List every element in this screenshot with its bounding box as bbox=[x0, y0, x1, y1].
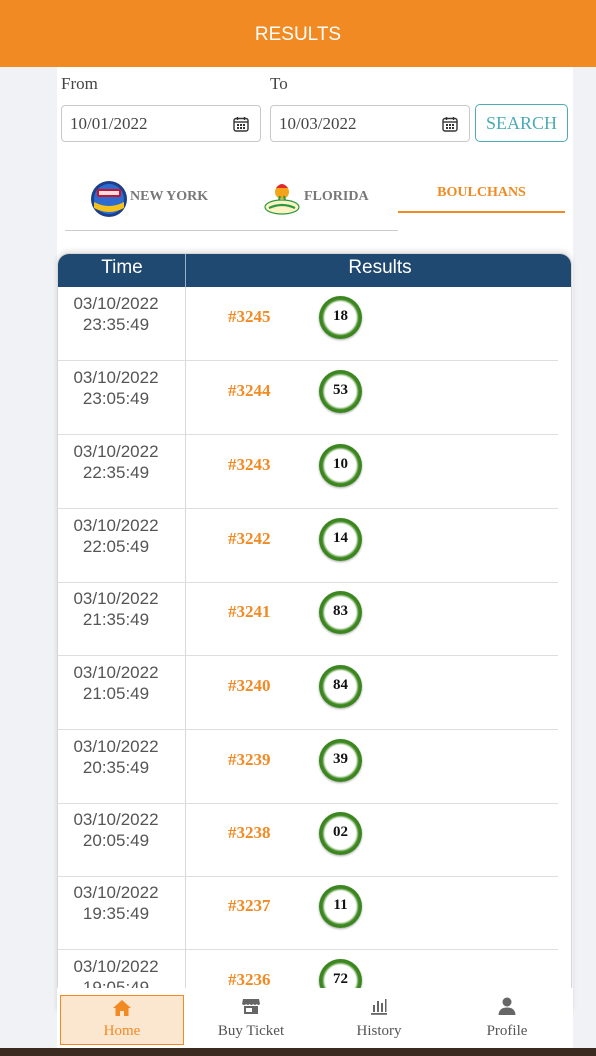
user-icon bbox=[498, 997, 516, 1015]
calendar-icon[interactable] bbox=[442, 116, 458, 132]
ball-number: 18 bbox=[333, 308, 348, 324]
tab-florida-label: FLORIDA bbox=[304, 189, 369, 204]
result-ball: 11 bbox=[319, 885, 362, 928]
home-icon bbox=[113, 1000, 131, 1016]
tab-boulchans[interactable]: BOULCHANS bbox=[398, 178, 565, 213]
table-row: 03/10/2022 21:05:49 #3240 84 bbox=[58, 656, 558, 730]
result-ball: 18 bbox=[319, 296, 362, 339]
nav-home[interactable]: Home bbox=[60, 995, 184, 1045]
page-title: RESULTS bbox=[254, 24, 342, 45]
table-row: 03/10/2022 22:05:49 #3242 14 bbox=[58, 509, 558, 583]
row-time: 22:35:49 bbox=[82, 463, 150, 482]
table-row: 03/10/2022 22:35:49 #3243 10 bbox=[58, 435, 558, 509]
nav-buy-ticket[interactable]: Buy Ticket bbox=[187, 988, 315, 1040]
ball-number: 53 bbox=[333, 382, 348, 398]
nav-profile-label: Profile bbox=[486, 1023, 528, 1039]
row-time: 19:35:49 bbox=[82, 904, 150, 923]
row-date: 03/10/2022 bbox=[73, 663, 159, 682]
search-button[interactable]: SEARCH bbox=[475, 104, 568, 142]
window-bottom-edge bbox=[0, 1048, 596, 1056]
row-time: 20:05:49 bbox=[82, 831, 150, 850]
row-time: 22:05:49 bbox=[82, 537, 150, 556]
tab-new-york[interactable]: NEW YORK bbox=[88, 178, 238, 218]
from-date-value: 10/01/2022 bbox=[70, 114, 148, 133]
draw-number: #3244 bbox=[228, 381, 271, 400]
table-row: 03/10/2022 21:35:49 #3241 83 bbox=[58, 582, 558, 656]
row-date: 03/10/2022 bbox=[73, 442, 159, 461]
row-date: 03/10/2022 bbox=[73, 516, 159, 535]
store-icon bbox=[242, 999, 260, 1014]
header-results: Results bbox=[348, 257, 412, 278]
to-date-input[interactable]: 10/03/2022 bbox=[270, 105, 470, 142]
table-row: 03/10/2022 20:05:49 #3238 02 bbox=[58, 803, 558, 877]
ball-number: 11 bbox=[333, 897, 348, 913]
draw-number: #3241 bbox=[228, 602, 271, 621]
draw-number: #3238 bbox=[228, 823, 271, 842]
row-date: 03/10/2022 bbox=[73, 589, 159, 608]
draw-number: #3245 bbox=[228, 307, 271, 326]
nav-profile[interactable]: Profile bbox=[443, 988, 571, 1040]
florida-lottery-logo bbox=[264, 184, 300, 215]
result-ball: 02 bbox=[319, 812, 362, 855]
table-row: 03/10/2022 20:35:49 #3239 39 bbox=[58, 730, 558, 804]
result-ball: 14 bbox=[319, 518, 362, 561]
draw-number: #3240 bbox=[228, 676, 271, 695]
row-time: 21:35:49 bbox=[82, 610, 150, 629]
row-date: 03/10/2022 bbox=[73, 883, 159, 902]
result-ball: 10 bbox=[319, 444, 362, 487]
draw-number: #3242 bbox=[228, 529, 271, 548]
result-ball: 39 bbox=[319, 739, 362, 782]
nav-home-label: Home bbox=[103, 1023, 141, 1039]
ball-number: 10 bbox=[333, 456, 348, 472]
tab-divider bbox=[65, 230, 398, 231]
tab-boulchans-label: BOULCHANS bbox=[437, 185, 526, 200]
tab-florida[interactable]: FLORIDA bbox=[264, 178, 394, 218]
table-row: 03/10/2022 19:35:49 #3237 11 bbox=[58, 876, 558, 950]
ball-number: 84 bbox=[333, 677, 348, 693]
from-label: From bbox=[61, 74, 98, 93]
row-date: 03/10/2022 bbox=[73, 957, 159, 976]
nav-history-label: History bbox=[356, 1023, 402, 1039]
row-date: 03/10/2022 bbox=[73, 368, 159, 387]
ball-number: 72 bbox=[333, 971, 348, 987]
row-time: 23:35:49 bbox=[82, 315, 150, 334]
row-date: 03/10/2022 bbox=[73, 294, 159, 313]
header-divider bbox=[185, 254, 186, 287]
draw-number: #3236 bbox=[228, 970, 271, 989]
draw-number: #3239 bbox=[228, 750, 271, 769]
row-date: 03/10/2022 bbox=[73, 810, 159, 829]
row-time: 21:05:49 bbox=[82, 684, 150, 703]
row-time: 20:35:49 bbox=[82, 758, 150, 777]
table-row: 03/10/2022 23:05:49 #3244 53 bbox=[58, 361, 558, 435]
to-label: To bbox=[270, 74, 288, 93]
ball-number: 39 bbox=[333, 751, 348, 767]
table-header: Time Results bbox=[58, 254, 571, 287]
from-date-input[interactable]: 10/01/2022 bbox=[61, 105, 261, 142]
app-header: RESULTS bbox=[0, 0, 596, 67]
draw-number: #3243 bbox=[228, 455, 271, 474]
nav-buy-ticket-label: Buy Ticket bbox=[217, 1023, 285, 1039]
calendar-icon[interactable] bbox=[233, 116, 249, 132]
ball-number: 14 bbox=[333, 530, 348, 546]
nav-history[interactable]: History bbox=[315, 988, 443, 1040]
result-ball: 84 bbox=[319, 665, 362, 708]
row-date: 03/10/2022 bbox=[73, 737, 159, 756]
bar-chart-icon bbox=[371, 999, 387, 1015]
draw-number: #3237 bbox=[228, 896, 271, 915]
row-time: 23:05:49 bbox=[82, 389, 150, 408]
to-date-value: 10/03/2022 bbox=[279, 114, 357, 133]
results-table: Time Results 03/10/2022 23:35:49 #3245 1… bbox=[57, 253, 572, 1013]
result-ball: 83 bbox=[319, 591, 362, 634]
new-york-lottery-logo bbox=[91, 181, 127, 217]
ball-number: 83 bbox=[333, 603, 348, 619]
header-time: Time bbox=[101, 257, 143, 278]
bottom-navigation: Home Buy Ticket History Profile bbox=[57, 988, 573, 1048]
table-row: 03/10/2022 23:35:49 #3245 18 bbox=[58, 287, 558, 361]
result-ball: 53 bbox=[319, 370, 362, 413]
ball-number: 02 bbox=[333, 824, 348, 840]
tab-new-york-label: NEW YORK bbox=[130, 189, 209, 204]
